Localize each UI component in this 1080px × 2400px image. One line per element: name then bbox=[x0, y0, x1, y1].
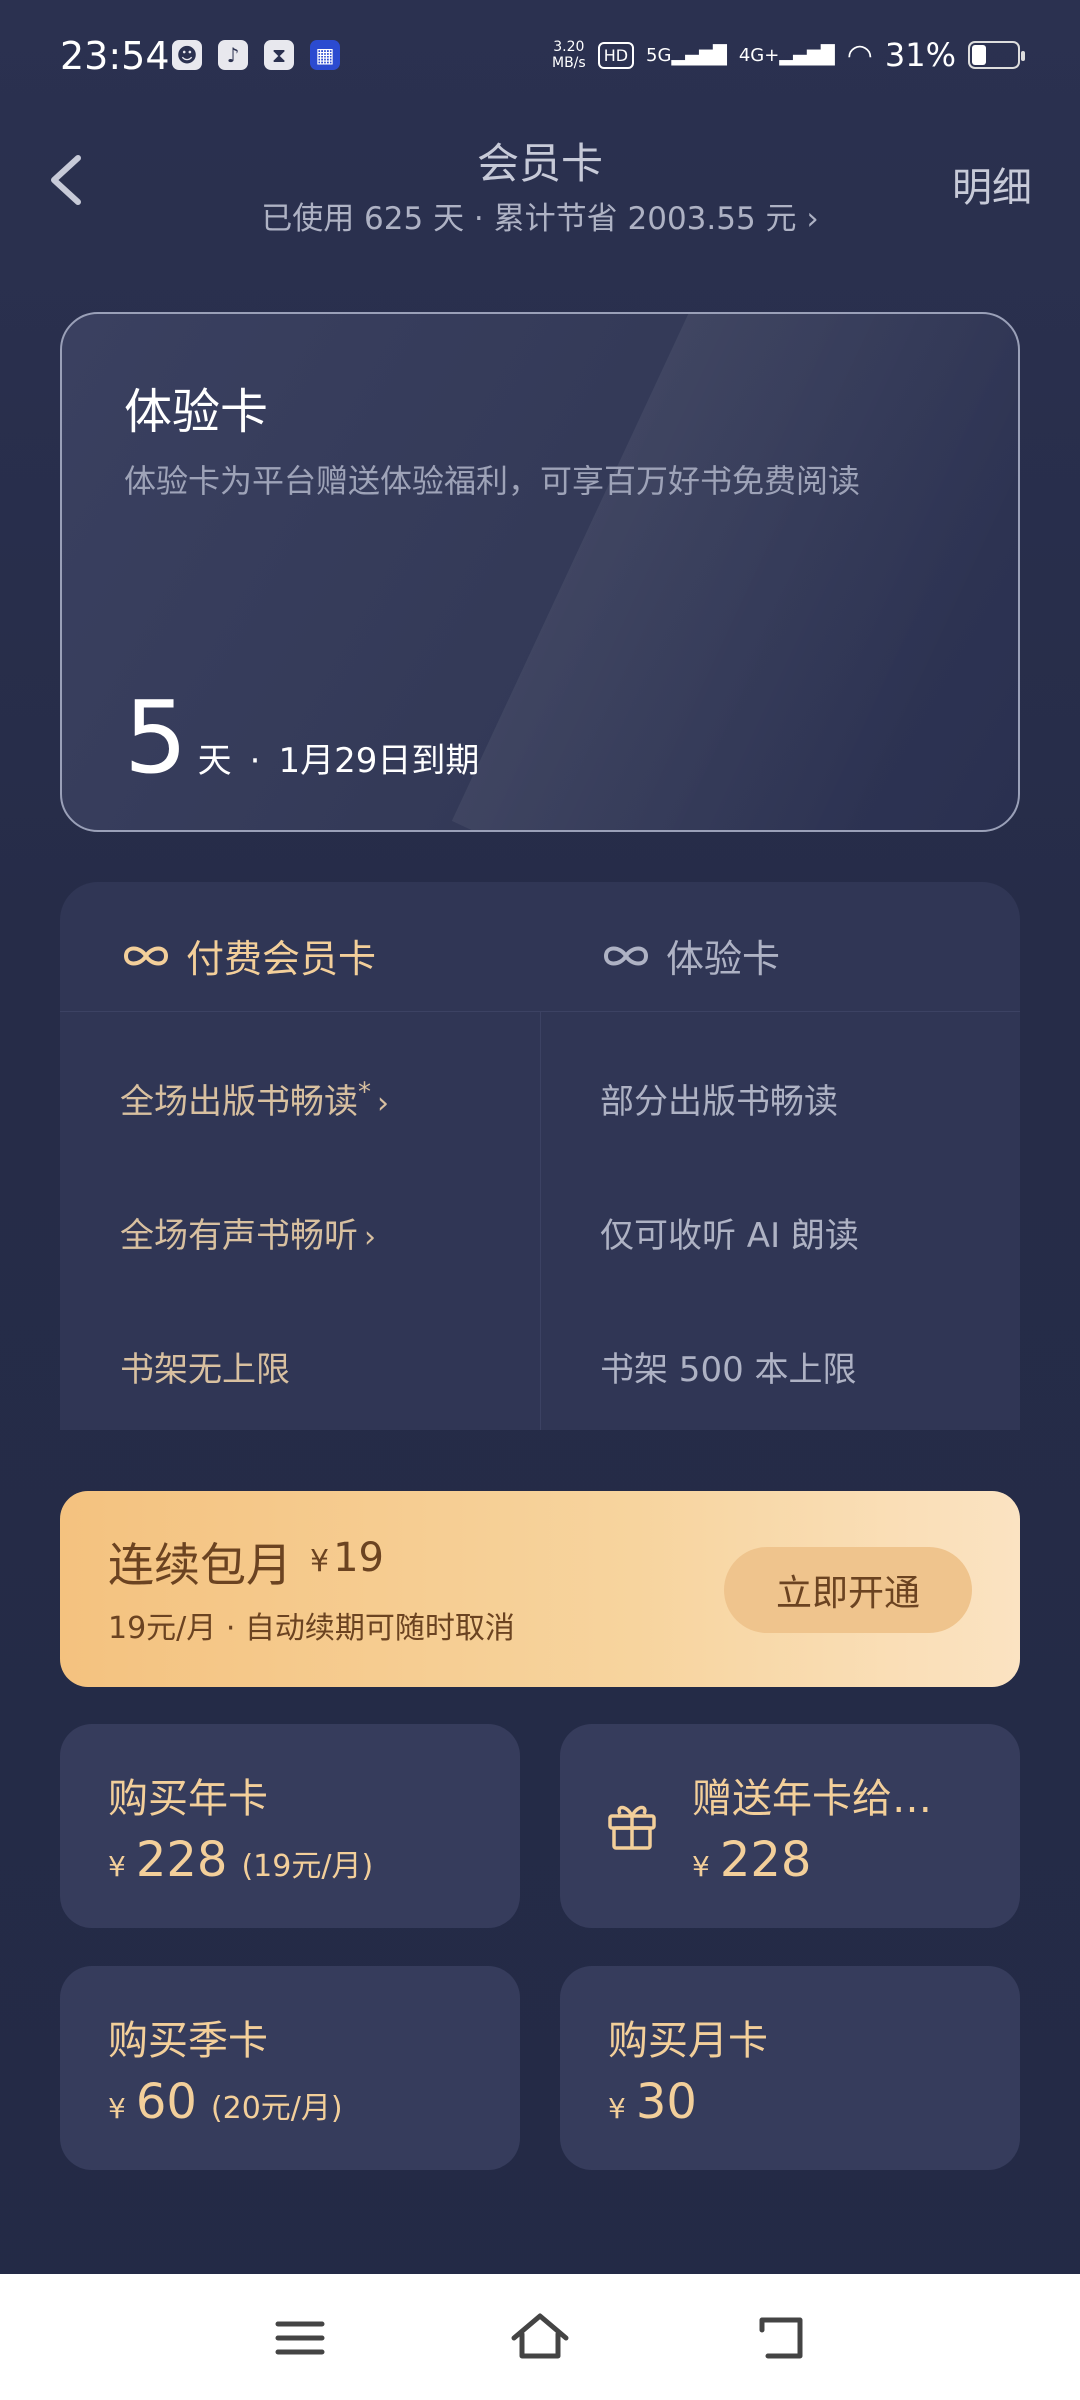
monthly-subscription-card[interactable]: 连续包月 ¥19 19元/月 · 自动续期可随时取消 立即开通 bbox=[60, 1491, 1020, 1687]
sim2-label: 4G+ bbox=[738, 44, 780, 66]
signal-4g-icon: 4G+▂▄▆█ bbox=[738, 44, 835, 66]
network-speed-value: 3.20 bbox=[553, 39, 585, 55]
price-value: 228 bbox=[135, 1832, 228, 1888]
plan-price: ¥ 228 (19元/月) bbox=[108, 1832, 373, 1888]
plan-price: ¥ 30 bbox=[608, 2074, 697, 2130]
plan-price: ¥ 228 bbox=[692, 1832, 811, 1888]
trial-days: 5 bbox=[124, 679, 188, 796]
monthly-price: ¥19 bbox=[310, 1535, 384, 1581]
price-per-month: (20元/月) bbox=[210, 2091, 343, 2126]
separator: · bbox=[249, 741, 261, 781]
buy-month-card[interactable]: 购买月卡 ¥ 30 bbox=[560, 1966, 1020, 2170]
trial-feature-shelf: 书架 500 本上限 bbox=[600, 1350, 857, 1390]
sim1-label: 5G bbox=[646, 44, 672, 66]
paid-feature-shelf: 书架无上限 bbox=[120, 1350, 290, 1390]
footnote-mark: * bbox=[358, 1077, 371, 1108]
monthly-description: 19元/月 · 自动续期可随时取消 bbox=[108, 1611, 515, 1646]
trial-card-label: 体验卡 bbox=[666, 937, 781, 981]
infinity-icon bbox=[603, 946, 649, 965]
currency-symbol: ¥ bbox=[108, 2092, 126, 2125]
paid-card-label: 付费会员卡 bbox=[186, 937, 377, 981]
plan-title: 购买季卡 bbox=[108, 2018, 268, 2064]
hourglass-icon: ⧗ bbox=[264, 40, 294, 70]
trial-feature-audio: 仅可收听 AI 朗读 bbox=[600, 1216, 859, 1256]
signal-5g-icon: 5G▂▄▆█ bbox=[646, 44, 727, 66]
trial-card-header: 体验卡 bbox=[600, 928, 780, 983]
network-speed-unit: MB/s bbox=[551, 55, 586, 71]
status-indicators: 3.20 MB/s HD 5G▂▄▆█ 4G+▂▄▆█ ◠ 31% bbox=[552, 36, 1025, 74]
page-title: 会员卡 bbox=[476, 139, 603, 188]
column-divider bbox=[540, 1012, 541, 1430]
hd-icon: HD bbox=[597, 41, 635, 69]
feature-text: 全场有声书畅听 bbox=[120, 1216, 358, 1256]
trial-card-description: 体验卡为平台赠送体验福利，可享百万好书免费阅读 bbox=[124, 462, 861, 500]
benefit-comparison: 付费会员卡 体验卡 全场出版书畅读* › 部分出版书畅读 全场有声书畅听 › 仅可收… bbox=[60, 882, 1020, 1430]
back-nav-button[interactable] bbox=[750, 2306, 814, 2370]
trial-days-unit: 天 bbox=[197, 741, 232, 781]
price-value: 19 bbox=[333, 1535, 384, 1581]
infinity-icon bbox=[123, 946, 169, 965]
plan-title: 购买年卡 bbox=[108, 1776, 268, 1822]
system-nav-bar bbox=[0, 2274, 1080, 2400]
detail-button[interactable]: 明细 bbox=[952, 155, 1032, 213]
paid-card-header: 付费会员卡 bbox=[120, 928, 376, 983]
currency-symbol: ¥ bbox=[108, 1850, 126, 1883]
status-app-icons: ☻ ♪ ⧗ ▦ bbox=[172, 40, 340, 70]
currency-symbol: ¥ bbox=[692, 1850, 710, 1883]
price-value: 60 bbox=[135, 2074, 197, 2130]
battery-percent: 31% bbox=[884, 36, 956, 74]
home-icon bbox=[511, 2313, 569, 2359]
buy-year-card[interactable]: 购买年卡 ¥ 228 (19元/月) bbox=[60, 1724, 520, 1928]
status-time: 23:54 bbox=[60, 34, 170, 78]
price-per-month: (19元/月) bbox=[241, 1849, 374, 1884]
currency-symbol: ¥ bbox=[608, 2092, 626, 2125]
paid-feature-books[interactable]: 全场出版书畅读* › bbox=[120, 1074, 389, 1123]
status-bar: 23:54 ☻ ♪ ⧗ ▦ 3.20 MB/s HD 5G▂▄▆█ 4G+▂▄▆… bbox=[0, 0, 1080, 116]
gift-year-card[interactable]: 赠送年卡给… ¥ 228 bbox=[560, 1724, 1020, 1928]
home-button[interactable] bbox=[508, 2306, 572, 2370]
buy-quarter-card[interactable]: 购买季卡 ¥ 60 (20元/月) bbox=[60, 1966, 520, 2170]
chevron-right-icon: › bbox=[364, 1220, 376, 1255]
trial-feature-books: 部分出版书畅读 bbox=[600, 1082, 838, 1122]
plan-price: ¥ 60 (20元/月) bbox=[108, 2074, 343, 2130]
plan-title: 赠送年卡给… bbox=[692, 1776, 932, 1822]
monthly-title: 连续包月 bbox=[108, 1538, 292, 1592]
app-face-icon: ☻ bbox=[172, 40, 202, 70]
chevron-right-icon: › bbox=[377, 1086, 389, 1121]
price-value: 228 bbox=[719, 1832, 812, 1888]
subscribe-now-button[interactable]: 立即开通 bbox=[724, 1547, 972, 1633]
music-app-icon: ♪ bbox=[218, 40, 248, 70]
plan-title: 购买月卡 bbox=[608, 2018, 768, 2064]
price-value: 30 bbox=[635, 2074, 697, 2130]
feature-text: 全场出版书畅读 bbox=[120, 1082, 358, 1122]
battery-icon bbox=[968, 41, 1025, 69]
currency-symbol: ¥ bbox=[310, 1544, 330, 1579]
network-speed: 3.20 MB/s bbox=[552, 39, 586, 71]
menu-button[interactable] bbox=[268, 2306, 332, 2370]
usage-summary-link[interactable]: 已使用 625 天 · 累计节省 2003.55 元 › bbox=[0, 193, 1080, 238]
menu-icon bbox=[275, 2321, 325, 2355]
comparison-header: 付费会员卡 体验卡 bbox=[60, 882, 1020, 1012]
return-icon bbox=[759, 2317, 803, 2359]
card-app-icon: ▦ bbox=[310, 40, 340, 70]
paid-feature-audio[interactable]: 全场有声书畅听 › bbox=[120, 1208, 376, 1257]
wifi-icon: ◠ bbox=[846, 37, 873, 73]
trial-remaining: 5 天 · 1月29日到期 bbox=[124, 679, 479, 796]
trial-expire-date: 1月29日到期 bbox=[278, 741, 480, 781]
trial-card-title: 体验卡 bbox=[124, 384, 269, 440]
trial-card: 体验卡 体验卡为平台赠送体验福利，可享百万好书免费阅读 5 天 · 1月29日到… bbox=[60, 312, 1020, 832]
gift-icon bbox=[608, 1805, 656, 1850]
